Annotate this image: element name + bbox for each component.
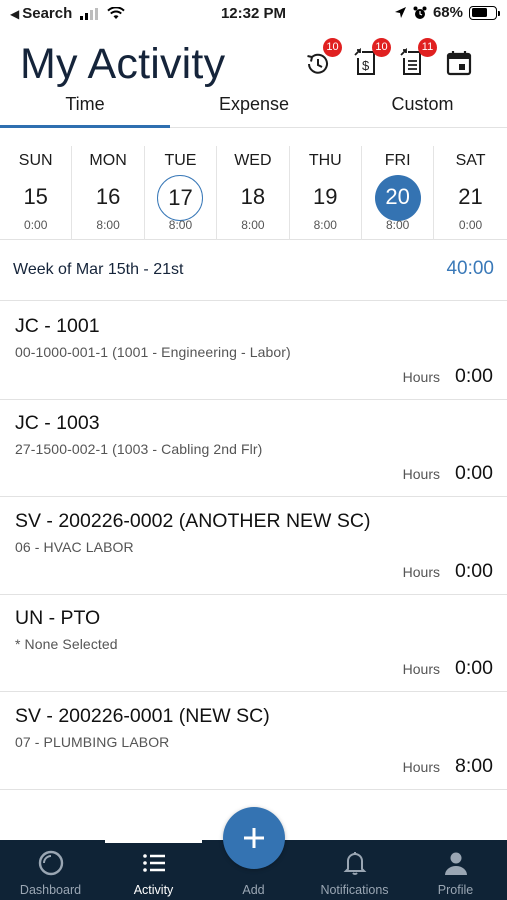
day-sun[interactable]: SUN 15 0:00 (0, 146, 73, 240)
day-number: 18 (240, 184, 266, 209)
nav-label: Profile (437, 883, 474, 897)
entry-hours: 0:00 (455, 462, 493, 484)
add-entry-button[interactable] (223, 807, 285, 869)
day-name: WED (234, 152, 272, 169)
day-number-today: 17 (157, 175, 204, 221)
day-thu[interactable]: THU 19 8:00 (290, 146, 362, 240)
week-summary: Week of Mar 15th - 21st 40:00 (0, 240, 507, 301)
day-number-selected: 20 (374, 175, 421, 221)
nav-label: Dashboard (19, 883, 82, 897)
week-label: Week of Mar 15th - 21st (13, 261, 184, 278)
day-name: THU (308, 152, 342, 169)
nav-label: Notifications (320, 883, 389, 897)
expense-button[interactable]: $ 10 (352, 38, 391, 78)
day-fri[interactable]: FRI 20 8:00 (362, 146, 435, 240)
expense-badge: 10 (372, 38, 391, 57)
battery-icon (469, 5, 500, 20)
calendar-button[interactable] (444, 48, 474, 78)
entry-subtitle: * None Selected (15, 636, 118, 652)
nav-label: Activity (133, 883, 174, 897)
time-entry-row[interactable]: UN - PTO * None Selected Hours 0:00 (0, 594, 507, 692)
page-title: My Activity (20, 40, 226, 88)
tab-time[interactable]: Time (0, 94, 170, 115)
checklist-badge: 11 (418, 38, 437, 57)
location-arrow-icon (394, 7, 406, 18)
entry-hours: 8:00 (455, 755, 493, 777)
time-entries-button[interactable]: 10 (303, 38, 342, 78)
nav-label: Add (242, 883, 265, 897)
day-hours: 0:00 (24, 218, 48, 232)
day-name: SAT (455, 152, 486, 169)
nav-profile[interactable]: Profile (405, 840, 506, 900)
entry-hours-label: Hours (402, 466, 440, 482)
day-hours: 8:00 (241, 218, 265, 232)
day-name: FRI (384, 152, 411, 169)
week-day-strip: SUN 15 0:00 MON 16 8:00 TUE 17 8:00 WED … (0, 146, 507, 240)
day-sat[interactable]: SAT 21 0:00 (434, 146, 506, 240)
day-name: TUE (164, 152, 197, 169)
entry-title: JC - 1001 (15, 315, 100, 337)
day-number: 21 (458, 184, 483, 209)
person-icon (444, 852, 467, 875)
day-number: 19 (313, 184, 338, 209)
day-hours: 8:00 (96, 218, 120, 232)
entry-title: SV - 200226-0001 (NEW SC) (15, 705, 270, 727)
plus-icon (244, 828, 264, 848)
checklist-button[interactable]: 11 (398, 38, 437, 78)
day-number: 16 (95, 184, 121, 209)
day-hours: 8:00 (313, 218, 337, 232)
day-number: 15 (23, 184, 48, 209)
entry-hours: 0:00 (455, 365, 493, 387)
entry-subtitle: 06 - HVAC LABOR (15, 539, 134, 555)
nav-notifications[interactable]: Notifications (304, 840, 405, 900)
day-name: SUN (18, 152, 53, 169)
day-wed[interactable]: WED 18 8:00 (217, 146, 290, 240)
status-right: 68% (394, 4, 500, 21)
entry-title: SV - 200226-0002 (ANOTHER NEW SC) (15, 510, 371, 532)
entry-hours-label: Hours (402, 759, 440, 775)
time-entry-row[interactable]: SV - 200226-0001 (NEW SC) 07 - PLUMBING … (0, 692, 507, 790)
day-hours: 8:00 (168, 218, 193, 232)
time-entry-row[interactable]: JC - 1001 00-1000-001-1 (1001 - Engineer… (0, 302, 507, 400)
entry-hours-label: Hours (402, 564, 440, 580)
svg-text:$: $ (362, 58, 370, 73)
alarm-icon (413, 6, 427, 19)
entry-title: JC - 1003 (15, 412, 100, 434)
entry-hours-label: Hours (402, 369, 440, 385)
status-bar: ◀ Search 12:32 PM 68% (0, 0, 507, 30)
active-tab-indicator (0, 125, 170, 128)
entry-hours-label: Hours (402, 661, 440, 677)
nav-dashboard[interactable]: Dashboard (0, 840, 101, 900)
nav-activity[interactable]: Activity (103, 840, 204, 900)
day-name: MON (89, 152, 127, 169)
tab-expense[interactable]: Expense (170, 94, 338, 115)
entry-subtitle: 27-1500-002-1 (1003 - Cabling 2nd Flr) (15, 441, 263, 457)
time-entries-badge: 10 (323, 38, 342, 57)
day-mon[interactable]: MON 16 8:00 (72, 146, 145, 240)
week-total-hours: 40:00 (446, 258, 494, 279)
calendar-icon (446, 51, 472, 76)
entry-subtitle: 07 - PLUMBING LABOR (15, 734, 170, 750)
time-entry-row[interactable]: JC - 1003 27-1500-002-1 (1003 - Cabling … (0, 399, 507, 497)
entry-subtitle: 00-1000-001-1 (1001 - Engineering - Labo… (15, 344, 291, 360)
list-icon (142, 854, 165, 872)
entry-hours: 0:00 (455, 657, 493, 679)
battery-percent: 68% (432, 4, 463, 21)
day-hours: 8:00 (385, 218, 410, 232)
day-tue[interactable]: TUE 17 8:00 (145, 146, 218, 240)
tab-custom[interactable]: Custom (338, 94, 507, 115)
day-hours: 0:00 (458, 218, 483, 232)
time-entry-row[interactable]: SV - 200226-0002 (ANOTHER NEW SC) 06 - H… (0, 497, 507, 595)
bell-icon (343, 852, 366, 875)
activity-tabs: Time Expense Custom (0, 92, 507, 128)
dashboard-icon (38, 850, 63, 876)
entry-hours: 0:00 (455, 560, 493, 582)
entry-title: UN - PTO (15, 607, 101, 629)
